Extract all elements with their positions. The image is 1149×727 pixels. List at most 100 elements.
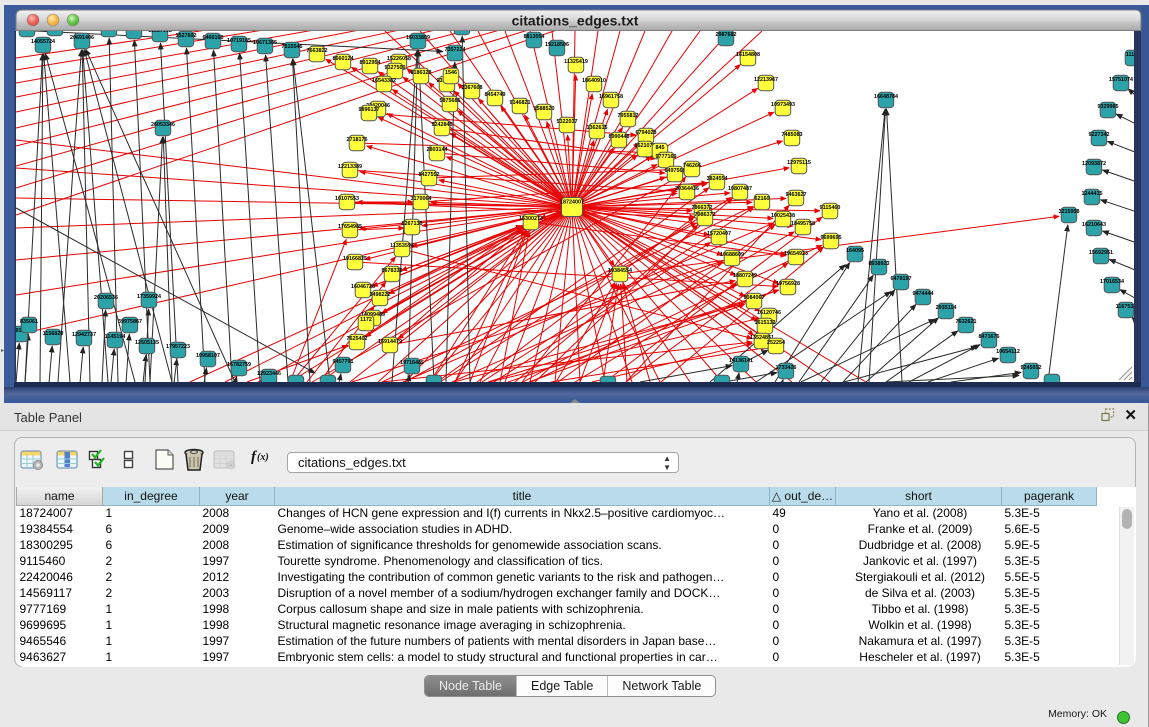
- svg-text:7485083: 7485083: [782, 132, 803, 138]
- svg-text:1588520: 1588520: [534, 106, 555, 112]
- svg-text:8186328: 8186328: [411, 70, 432, 76]
- svg-text:19654923: 19654923: [784, 251, 808, 257]
- svg-text:9463627: 9463627: [786, 192, 807, 198]
- svg-text:26053346: 26053346: [151, 122, 175, 128]
- svg-text:1244415: 1244415: [1082, 191, 1103, 197]
- svg-text:7357224: 7357224: [445, 47, 466, 53]
- svg-text:20206536: 20206536: [94, 295, 118, 301]
- svg-text:10973493: 10973493: [771, 102, 795, 108]
- svg-text:17957223: 17957223: [166, 344, 190, 350]
- svg-text:2803144: 2803144: [427, 147, 448, 153]
- svg-text:16961758: 16961758: [599, 94, 623, 100]
- svg-text:9474444: 9474444: [913, 291, 934, 297]
- svg-text:19218506: 19218506: [545, 42, 569, 48]
- svg-text:1156829: 1156829: [43, 331, 64, 337]
- svg-text:9242845: 9242845: [432, 122, 453, 128]
- svg-text:1546: 1546: [445, 70, 457, 76]
- svg-text:9327500: 9327500: [385, 65, 406, 71]
- svg-text:3824554: 3824554: [707, 176, 728, 182]
- svg-text:16210643: 16210643: [1082, 222, 1106, 228]
- svg-text:16154808: 16154808: [736, 52, 760, 58]
- svg-text:12213389: 12213389: [338, 164, 362, 170]
- svg-text:16782759: 16782759: [227, 362, 251, 368]
- svg-text:8678332: 8678332: [382, 268, 403, 274]
- svg-text:9457791: 9457791: [333, 359, 354, 365]
- svg-text:15300273: 15300273: [519, 216, 543, 222]
- svg-text:1615132: 1615132: [755, 320, 776, 326]
- svg-text:16046728: 16046728: [351, 284, 375, 290]
- svg-text:10688609: 10688609: [720, 252, 744, 258]
- svg-text:16648784: 16648784: [874, 94, 898, 100]
- svg-text:8471676: 8471676: [979, 334, 1000, 340]
- svg-text:7955812: 7955812: [618, 113, 639, 119]
- svg-text:20364436: 20364436: [675, 186, 699, 192]
- svg-text:1172: 1172: [360, 317, 372, 323]
- svg-text:15692951: 15692951: [1089, 250, 1113, 256]
- svg-text:7632621: 7632621: [956, 319, 977, 325]
- svg-text:6479197: 6479197: [891, 276, 912, 282]
- svg-text:2935114: 2935114: [936, 305, 957, 311]
- svg-text:19756928: 19756928: [776, 281, 800, 287]
- svg-text:164095: 164095: [846, 248, 864, 254]
- svg-text:10671385: 10671385: [253, 40, 277, 46]
- svg-text:9329965: 9329965: [1098, 104, 1119, 110]
- svg-text:2367608: 2367608: [462, 85, 483, 91]
- svg-text:18640910: 18640910: [582, 78, 606, 84]
- svg-text:746266: 746266: [683, 163, 701, 169]
- svg-text:10654112: 10654112: [996, 349, 1020, 355]
- svg-text:6794028: 6794028: [636, 130, 657, 136]
- svg-text:10719185: 10719185: [227, 38, 251, 44]
- svg-text:12093872: 12093872: [1082, 161, 1106, 167]
- svg-text:7986372: 7986372: [695, 212, 716, 218]
- svg-text:3215958: 3215958: [1059, 209, 1080, 215]
- svg-text:(x): (x): [257, 452, 269, 463]
- svg-text:17654985: 17654985: [338, 224, 362, 230]
- svg-text:2718176: 2718176: [347, 137, 368, 143]
- svg-text:16033809: 16033809: [406, 35, 430, 41]
- svg-text:18807249: 18807249: [733, 273, 757, 279]
- svg-text:7515546: 7515546: [282, 44, 303, 50]
- svg-text:▸: ▸: [1, 348, 4, 354]
- svg-text:5875685: 5875685: [440, 98, 461, 104]
- svg-text:10107553: 10107553: [335, 196, 359, 202]
- svg-text:14055724: 14055724: [31, 39, 55, 45]
- svg-text:11325419: 11325419: [564, 59, 588, 65]
- svg-text:8660124: 8660124: [333, 56, 354, 62]
- svg-text:8267130: 8267130: [402, 221, 423, 227]
- svg-text:1145194: 1145194: [105, 334, 126, 340]
- svg-text:9115460: 9115460: [820, 205, 841, 211]
- svg-text:18495758: 18495758: [791, 221, 815, 227]
- svg-text:15751074: 15751074: [1109, 77, 1133, 83]
- svg-text:39975867: 39975867: [118, 319, 142, 325]
- svg-text:252254: 252254: [767, 340, 785, 346]
- svg-text:9084067: 9084067: [744, 295, 765, 301]
- svg-text:1527602: 1527602: [176, 33, 197, 39]
- svg-text:1733426: 1733426: [776, 365, 797, 371]
- svg-text:10807487: 10807487: [728, 186, 752, 192]
- svg-text:20691406: 20691406: [70, 35, 94, 41]
- svg-text:19384554: 19384554: [608, 268, 632, 274]
- svg-text:9777169: 9777169: [656, 154, 677, 160]
- svg-text:17016534: 17016534: [1100, 279, 1124, 285]
- svg-text:1362615: 1362615: [587, 125, 608, 131]
- svg-text:8454749: 8454749: [485, 92, 506, 98]
- svg-text:15226058: 15226058: [387, 56, 411, 62]
- svg-text:8990448: 8990448: [609, 134, 630, 140]
- svg-text:12942737: 12942737: [72, 332, 96, 338]
- svg-text:6466160: 6466160: [203, 35, 224, 41]
- svg-text:16543382: 16543382: [372, 78, 396, 84]
- svg-text:17359924: 17359924: [137, 294, 161, 300]
- svg-text:7625402: 7625402: [347, 336, 368, 342]
- svg-text:2987682: 2987682: [716, 32, 737, 38]
- svg-text:8427552: 8427552: [419, 172, 440, 178]
- svg-text:18724007: 18724007: [560, 200, 584, 206]
- svg-text:12975115: 12975115: [787, 160, 811, 166]
- svg-text:12505135: 12505135: [135, 340, 159, 346]
- svg-text:8813054: 8813054: [524, 34, 545, 40]
- svg-text:7663822: 7663822: [307, 48, 328, 54]
- svg-text:16914479: 16914479: [378, 339, 402, 345]
- svg-text:835061: 835061: [20, 319, 38, 325]
- svg-text:citations_edges.txt: citations_edges.txt: [512, 13, 639, 29]
- svg-text:9227342: 9227342: [1089, 132, 1110, 138]
- svg-text:845: 845: [656, 145, 665, 151]
